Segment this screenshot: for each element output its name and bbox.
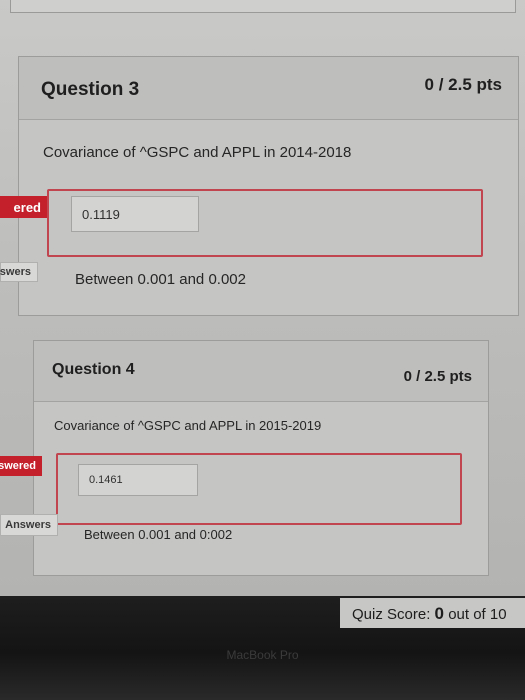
question-4-card: Question 4 0 / 2.5 pts Covariance of ^GS…: [33, 340, 489, 576]
device-label: MacBook Pro: [226, 648, 299, 662]
quiz-score-value: 0: [434, 604, 445, 623]
quiz-score: Quiz Score: 0 out of 10: [352, 604, 507, 624]
previous-question-card: [10, 0, 516, 13]
question-text: Covariance of ^GSPC and APPL in 2014-201…: [43, 144, 352, 161]
answer-input[interactable]: 0.1119: [71, 196, 199, 232]
question-text: Covariance of ^GSPC and APPL in 2015-201…: [54, 418, 322, 433]
question-title: Question 3: [41, 79, 140, 100]
correct-answers-tag: Answers: [0, 514, 58, 536]
question-3-header: Question 3 0 / 2.5 pts: [19, 57, 518, 120]
answer-input[interactable]: 0.1461: [78, 464, 198, 496]
correct-answer-text: Between 0.001 and 0.002: [75, 271, 246, 288]
quiz-score-suffix: out of 10: [448, 606, 507, 623]
incorrect-answer-tag: swered: [0, 456, 42, 476]
question-3-card: Question 3 0 / 2.5 pts Covariance of ^GS…: [18, 56, 519, 316]
question-title: Question 4: [52, 361, 135, 378]
incorrect-answer-tag: ered: [0, 196, 47, 218]
correct-answers-tag: swers: [0, 262, 38, 282]
correct-answer-text: Between 0.001 and 0:002: [84, 527, 233, 542]
question-points: 0 / 2.5 pts: [403, 368, 472, 385]
quiz-score-label: Quiz Score:: [352, 606, 431, 623]
question-4-header: Question 4 0 / 2.5 pts: [34, 341, 488, 402]
question-points: 0 / 2.5 pts: [424, 75, 502, 94]
